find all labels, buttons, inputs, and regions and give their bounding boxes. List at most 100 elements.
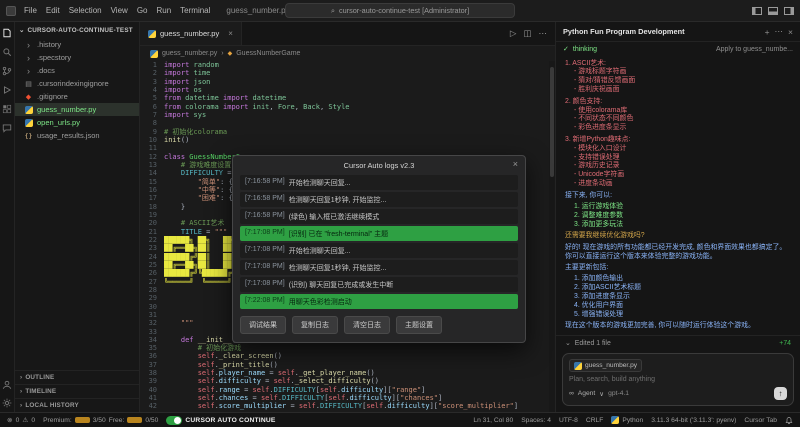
problems-indicator[interactable]: ⊗0 ⚠0: [7, 416, 35, 424]
auto-continue-toggle[interactable]: CURSOR AUTO CONTINUE: [166, 416, 275, 425]
extensions-icon[interactable]: [2, 103, 13, 114]
cursor-tab-status[interactable]: Cursor Tab: [744, 417, 777, 424]
menu-run[interactable]: Run: [152, 4, 175, 17]
line-number: 34: [140, 336, 164, 344]
explorer-icon[interactable]: [2, 27, 13, 38]
file-item[interactable]: ◆.gitignore: [15, 90, 139, 103]
chat-close-icon[interactable]: ×: [788, 27, 793, 37]
git-file-icon: ◆: [24, 92, 33, 101]
editor-scrollbar[interactable]: [549, 61, 555, 412]
modal-button[interactable]: 调试结果: [240, 316, 286, 334]
sidebar-section-timeline[interactable]: ›TIMELINE: [15, 384, 139, 398]
premium-value: 3/50: [93, 417, 106, 424]
file-item[interactable]: open_urls.py: [15, 116, 139, 129]
log-row: [7:16:58 PM](绿色) 输入框已激活继续模式: [240, 209, 518, 224]
settings-gear-icon[interactable]: [2, 397, 13, 408]
mode-dropdown-icon[interactable]: ∨: [599, 390, 604, 398]
line-number: 3: [140, 78, 164, 86]
code-line: 40 self.range = self.DIFFICULTY[self.dif…: [140, 386, 555, 394]
chat-more-icon[interactable]: ⋯: [775, 26, 784, 37]
indentation[interactable]: Spaces: 4: [521, 417, 551, 424]
modal-close-icon[interactable]: ×: [513, 159, 518, 169]
chat-header: Python Fun Program Development + ⋯ ×: [556, 22, 800, 42]
explorer-file-list: ›.history›.specstory›.docs▤.cursorindexi…: [15, 38, 139, 142]
file-item[interactable]: {}usage_results.json: [15, 129, 139, 142]
folder-chevron-icon: ›: [24, 53, 33, 62]
sidebar-section-outline[interactable]: ›OUTLINE: [15, 370, 139, 384]
chat-block: 2. 颜色支持:- 使用colorama库- 不同状态不同颜色- 彩色进度条显示: [565, 98, 791, 134]
search-sidebar-icon[interactable]: [2, 46, 13, 57]
modal-button[interactable]: 清空日志: [344, 316, 390, 334]
file-item[interactable]: ›.history: [15, 38, 139, 51]
line-number: 9: [140, 128, 164, 136]
toggle-switch[interactable]: [166, 416, 182, 425]
language-mode[interactable]: Python: [611, 416, 643, 424]
new-chat-icon[interactable]: +: [765, 27, 770, 37]
mode-selector[interactable]: Agent: [578, 390, 595, 397]
chat-messages[interactable]: 1. ASCII艺术:- 游戏标题字符画- 猜对/猜错反馈画面- 胜利庆祝画面2…: [556, 55, 800, 335]
menubar: FileEditSelectionViewGoRunTerminal: [20, 4, 214, 17]
toggle-panel-icon[interactable]: [768, 7, 778, 15]
breadcrumb-file[interactable]: guess_number.py: [162, 50, 217, 57]
explorer-sidebar: ⌄ CURSOR-AUTO-CONTINUE-TEST ›.history›.s…: [15, 22, 140, 412]
editor-more-icon[interactable]: ⋯: [539, 28, 548, 39]
command-center-search[interactable]: ⌕ cursor-auto-continue-test [Administrat…: [285, 3, 515, 18]
run-file-icon[interactable]: ▷: [510, 28, 517, 39]
error-count: 0: [16, 417, 20, 424]
chat-input-placeholder[interactable]: Plan, search, build anything: [569, 376, 787, 383]
chat-title: Python Fun Program Development: [563, 27, 685, 36]
source-control-icon[interactable]: [2, 65, 13, 76]
chat-sidebar-icon[interactable]: [2, 122, 13, 133]
breadcrumb[interactable]: guess_number.py › ◆ GuessNumberGame: [140, 46, 555, 61]
line-number: 33: [140, 328, 164, 336]
cursor-position[interactable]: Ln 31, Col 80: [473, 417, 513, 424]
send-button[interactable]: ↑: [774, 387, 787, 400]
breadcrumb-symbol[interactable]: GuessNumberGame: [236, 50, 300, 57]
menu-edit[interactable]: Edit: [42, 4, 64, 17]
menu-view[interactable]: View: [107, 4, 132, 17]
line-number: 38: [140, 369, 164, 377]
toggle-secondary-sidebar-icon[interactable]: [784, 7, 794, 15]
notifications-bell-icon[interactable]: [785, 416, 793, 425]
editor-column: guess_number.py × ▷ ◫ ⋯ guess_number.py …: [140, 22, 555, 412]
code-line: 6from colorama import init, Fore, Back, …: [140, 103, 555, 111]
edited-files-row[interactable]: ⌄ Edited 1 file +74: [556, 335, 800, 350]
menu-file[interactable]: File: [20, 4, 41, 17]
encoding[interactable]: UTF-8: [559, 417, 578, 424]
sidebar-section-local-history[interactable]: ›LOCAL HISTORY: [15, 398, 139, 412]
activity-bar: [0, 22, 15, 412]
log-timestamp: [7:17:08 PM]: [245, 229, 285, 239]
thinking-label: thinking: [573, 46, 597, 53]
file-item[interactable]: guess_number.py: [15, 103, 139, 116]
tab-guess-number[interactable]: guess_number.py ×: [140, 22, 242, 45]
line-number: 28: [140, 286, 164, 294]
premium-usage[interactable]: Premium: 3/50 Free: 0/50: [43, 417, 158, 424]
modal-button[interactable]: 复制日志: [292, 316, 338, 334]
context-file-chip[interactable]: guess_number.py: [569, 359, 642, 372]
model-selector[interactable]: gpt-4.1: [608, 390, 629, 397]
apply-link[interactable]: Apply to guess_numbe...: [716, 46, 793, 53]
line-number: 14: [140, 169, 164, 177]
file-item[interactable]: ›.docs: [15, 64, 139, 77]
line-number: 17: [140, 194, 164, 202]
line-number: 10: [140, 136, 164, 144]
menu-terminal[interactable]: Terminal: [176, 4, 214, 17]
code-line: 41 self.chances = self.DIFFICULTY[self.d…: [140, 394, 555, 402]
python-interpreter[interactable]: 3.11.3 64-bit ('3.11.3': pyenv): [651, 417, 736, 424]
toggle-sidebar-icon[interactable]: [752, 7, 762, 15]
modal-button[interactable]: 主题设置: [396, 316, 442, 334]
premium-label: Premium:: [43, 417, 72, 424]
split-editor-icon[interactable]: ◫: [523, 28, 531, 39]
eol-sequence[interactable]: CRLF: [586, 417, 603, 424]
file-item[interactable]: ›.specstory: [15, 51, 139, 64]
tab-close-icon[interactable]: ×: [228, 29, 233, 38]
run-debug-icon[interactable]: [2, 84, 13, 95]
line-number: 40: [140, 386, 164, 394]
menu-selection[interactable]: Selection: [65, 4, 106, 17]
account-icon[interactable]: [2, 379, 13, 390]
line-number: 39: [140, 377, 164, 385]
explorer-root-header[interactable]: ⌄ CURSOR-AUTO-CONTINUE-TEST: [15, 22, 139, 38]
file-item[interactable]: ▤.cursorindexingignore: [15, 77, 139, 90]
chat-input-box[interactable]: guess_number.py Plan, search, build anyt…: [562, 353, 794, 406]
menu-go[interactable]: Go: [133, 4, 152, 17]
